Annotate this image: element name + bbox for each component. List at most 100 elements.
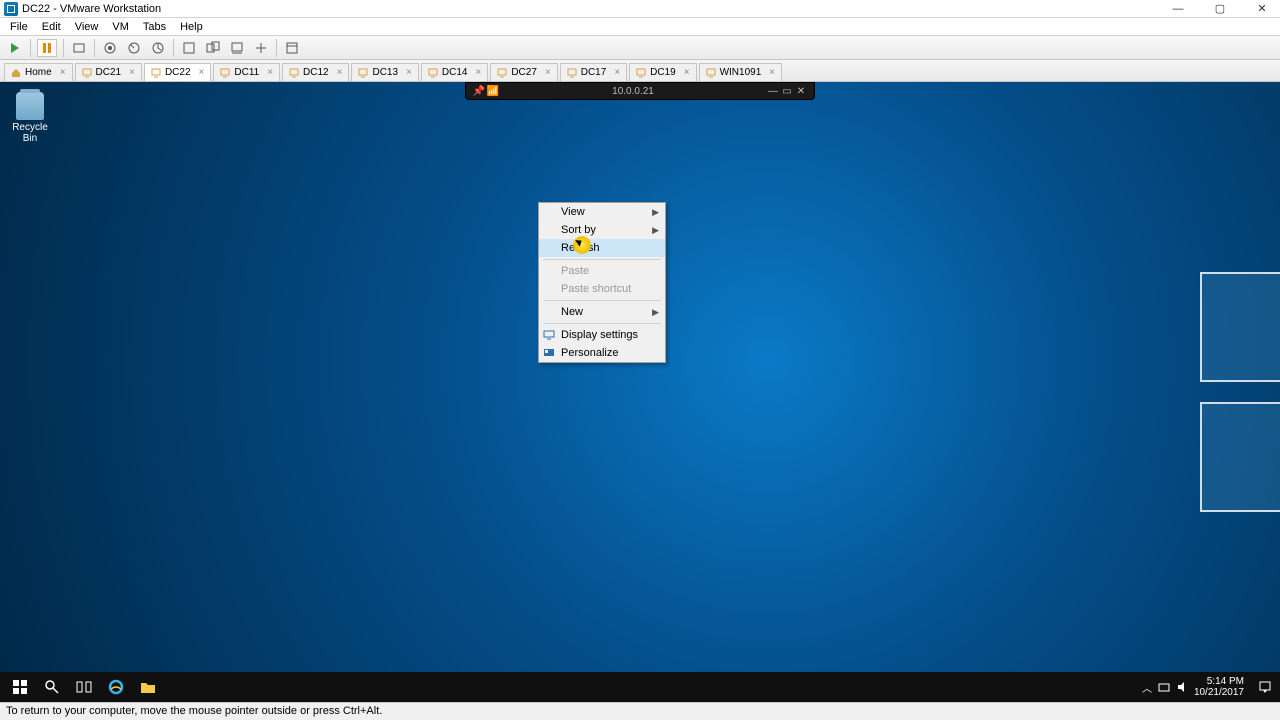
tab-close-icon[interactable]: ×: [684, 67, 690, 78]
context-view-label: View: [561, 206, 585, 218]
tab-dc27[interactable]: DC27×: [490, 63, 557, 81]
menu-help[interactable]: Help: [174, 19, 209, 35]
tabbar: Home × DC21×DC22×DC11×DC12×DC13×DC14×DC2…: [0, 60, 1280, 82]
tab-dc13[interactable]: DC13 ×: [351, 63, 418, 81]
vm-icon: [706, 68, 716, 78]
menu-file[interactable]: File: [4, 19, 34, 35]
vm-icon: [497, 68, 507, 78]
menu-vm[interactable]: VM: [106, 19, 135, 35]
context-refresh[interactable]: Refresh: [539, 239, 665, 257]
vm-icon: [567, 68, 577, 78]
personalize-icon: [543, 347, 555, 359]
window-title: DC22 - VMware Workstation: [22, 3, 1164, 15]
console-view-button[interactable]: [228, 39, 246, 57]
tab-dc19[interactable]: DC19 ×: [629, 63, 696, 81]
folder-icon: [140, 679, 156, 695]
vm-icon: [82, 68, 92, 78]
library-button[interactable]: [283, 39, 301, 57]
tab-dc12[interactable]: DC12×: [282, 63, 349, 81]
recycle-bin-icon[interactable]: Recycle Bin: [8, 92, 52, 144]
tab-dc21[interactable]: DC21 ×: [75, 63, 142, 81]
tab-close-icon[interactable]: ×: [337, 67, 343, 78]
volume-icon[interactable]: [1176, 681, 1188, 693]
vmware-app-icon: [4, 2, 18, 16]
context-new[interactable]: New ▶: [539, 303, 665, 321]
system-tray[interactable]: ︿ 5:14 PM 10/21/2017: [1142, 672, 1276, 702]
context-sort-by[interactable]: Sort by ▶: [539, 221, 665, 239]
unity-button[interactable]: [204, 39, 222, 57]
tab-close-icon[interactable]: ×: [60, 67, 66, 78]
menu-tabs[interactable]: Tabs: [137, 19, 172, 35]
tab-label: DC19: [650, 67, 676, 78]
tab-close-icon[interactable]: ×: [199, 67, 205, 78]
menu-view[interactable]: View: [69, 19, 105, 35]
tab-dc17[interactable]: DC17 ×: [560, 63, 627, 81]
vm-minimize-button[interactable]: —: [766, 86, 780, 97]
tab-close-icon[interactable]: ×: [267, 67, 273, 78]
tab-dc14[interactable]: DC14 ×: [421, 63, 488, 81]
tab-close-icon[interactable]: ×: [614, 67, 620, 78]
file-explorer-button[interactable]: [132, 672, 164, 702]
context-separator: [543, 323, 661, 324]
tab-dc11[interactable]: DC11×: [213, 63, 280, 81]
tab-label: DC21: [96, 67, 122, 78]
vm-ip-label: 10.0.0.21: [500, 86, 766, 97]
context-paste-label: Paste: [561, 265, 589, 277]
pin-icon[interactable]: 📌: [472, 86, 486, 97]
start-button[interactable]: [4, 672, 36, 702]
send-ctrl-alt-del-button[interactable]: [70, 39, 88, 57]
context-refresh-label: Refresh: [561, 242, 600, 254]
home-icon: [11, 68, 21, 78]
tab-close-icon[interactable]: ×: [406, 67, 412, 78]
taskbar-clock[interactable]: 5:14 PM 10/21/2017: [1194, 676, 1248, 698]
context-separator: [543, 259, 661, 260]
search-button[interactable]: [36, 672, 68, 702]
tab-label: DC13: [372, 67, 398, 78]
context-display-settings[interactable]: Display settings: [539, 326, 665, 344]
network-icon[interactable]: [1158, 681, 1170, 693]
vm-restore-button[interactable]: ▭: [780, 86, 794, 97]
vm-icon: [358, 68, 368, 78]
power-on-button[interactable]: [6, 39, 24, 57]
statusbar: To return to your computer, move the mou…: [0, 702, 1280, 720]
task-view-icon: [76, 679, 92, 695]
snapshot-button[interactable]: [101, 39, 119, 57]
statusbar-text: To return to your computer, move the mou…: [6, 705, 382, 717]
trash-icon: [16, 92, 44, 120]
context-separator: [543, 300, 661, 301]
context-paste-shortcut: Paste shortcut: [539, 280, 665, 298]
context-view[interactable]: View ▶: [539, 203, 665, 221]
action-center-button[interactable]: [1254, 672, 1276, 702]
tab-close-icon[interactable]: ×: [129, 67, 135, 78]
chevron-right-icon: ▶: [652, 225, 659, 236]
window-close-button[interactable]: ✕: [1248, 1, 1276, 17]
vmware-titlebar: DC22 - VMware Workstation — ▢ ✕: [0, 0, 1280, 18]
windows-icon: [12, 679, 28, 695]
context-personalize-label: Personalize: [561, 347, 618, 359]
vm-close-button[interactable]: ✕: [794, 86, 808, 97]
tab-close-icon[interactable]: ×: [545, 67, 551, 78]
pause-button[interactable]: [37, 39, 57, 57]
snapshot-manager-button[interactable]: [149, 39, 167, 57]
internet-explorer-button[interactable]: [100, 672, 132, 702]
desktop-context-menu: View ▶ Sort by ▶ Refresh Paste Paste sho…: [538, 202, 666, 363]
tray-chevron-up-icon[interactable]: ︿: [1142, 680, 1152, 695]
tab-label: DC17: [581, 67, 607, 78]
task-view-button[interactable]: [68, 672, 100, 702]
menu-edit[interactable]: Edit: [36, 19, 67, 35]
fullscreen-button[interactable]: [180, 39, 198, 57]
guest-desktop[interactable]: Recycle Bin 📌 📶 10.0.0.21 — ▭ ✕ View ▶ S…: [0, 82, 1280, 702]
window-minimize-button[interactable]: —: [1164, 1, 1192, 17]
context-personalize[interactable]: Personalize: [539, 344, 665, 362]
monitor-icon: [543, 329, 555, 341]
tab-close-icon[interactable]: ×: [475, 67, 481, 78]
tab-dc22[interactable]: DC22×: [144, 63, 211, 81]
vm-connection-bar[interactable]: 📌 📶 10.0.0.21 — ▭ ✕: [465, 82, 815, 100]
tab-home[interactable]: Home ×: [4, 63, 73, 81]
stretch-button[interactable]: [252, 39, 270, 57]
window-maximize-button[interactable]: ▢: [1206, 1, 1234, 17]
tab-win1091[interactable]: WIN1091×: [699, 63, 783, 81]
tab-label: DC14: [442, 67, 468, 78]
revert-snapshot-button[interactable]: [125, 39, 143, 57]
tab-close-icon[interactable]: ×: [769, 67, 775, 78]
